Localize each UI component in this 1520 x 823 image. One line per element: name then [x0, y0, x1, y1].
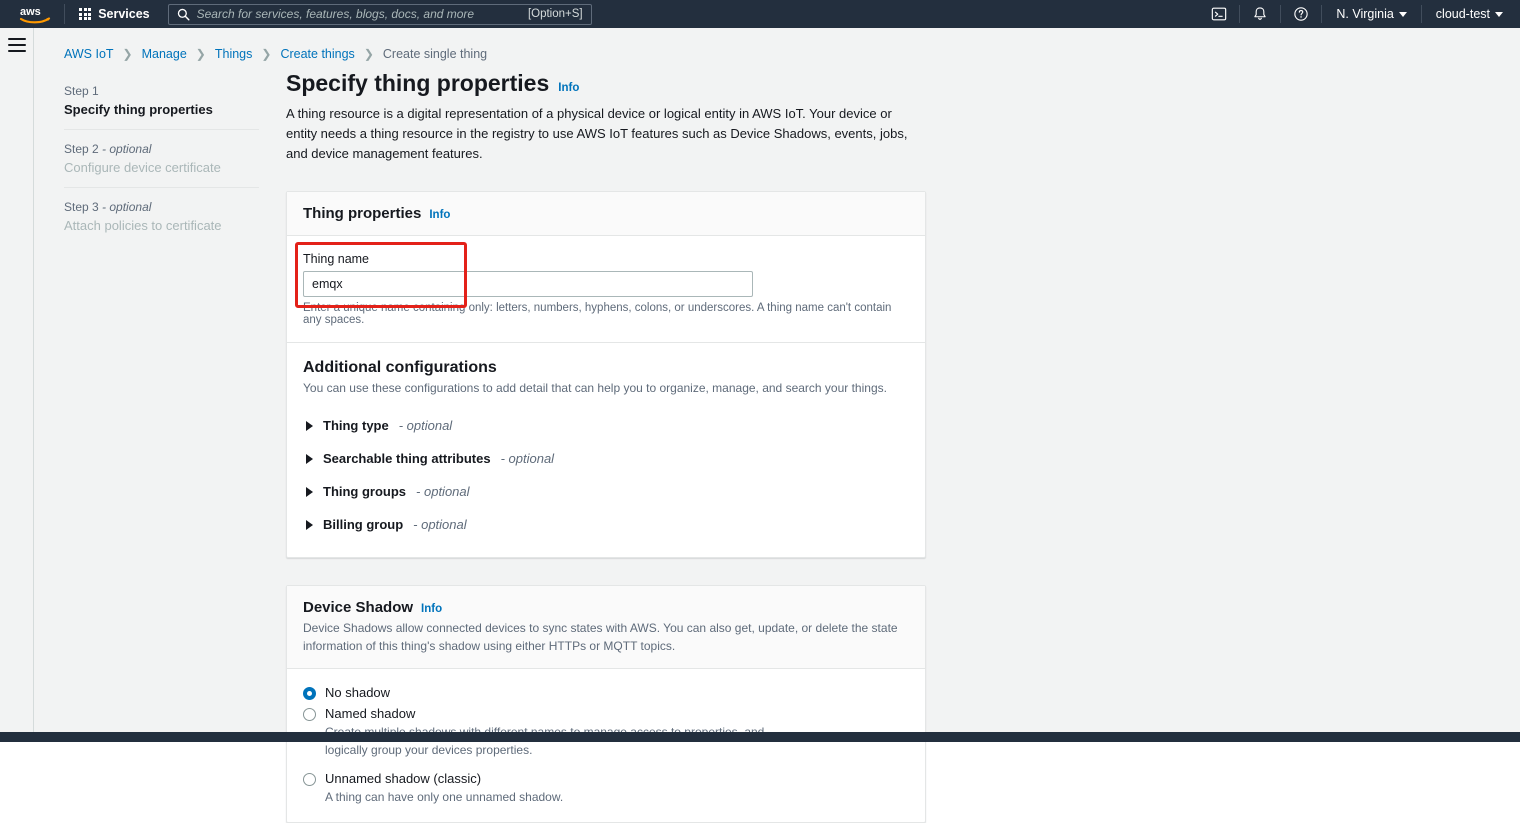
search-input[interactable]	[197, 7, 528, 21]
thing-name-input[interactable]	[303, 271, 753, 297]
chevron-right-icon	[306, 487, 313, 497]
page-title-text: Specify thing properties	[286, 70, 549, 98]
account-label: cloud-test	[1436, 7, 1490, 21]
aws-logo[interactable]: aws	[12, 4, 58, 24]
cloudshell-icon[interactable]	[1204, 0, 1234, 28]
chevron-right-icon	[306, 454, 313, 464]
chevron-right-icon	[306, 520, 313, 530]
thing-properties-heading: Thing properties	[303, 205, 421, 222]
radio-option-named-shadow[interactable]: Named shadow	[303, 706, 909, 721]
expander-searchable-thing-attributes-label: Searchable thing attributes	[323, 451, 491, 466]
device-shadow-card: Device Shadow Info Device Shadows allow …	[286, 585, 926, 823]
radio-label-unnamed-shadow[interactable]: Unnamed shadow (classic)	[325, 771, 481, 786]
region-label: N. Virginia	[1336, 7, 1393, 21]
breadcrumb-item-create-things[interactable]: Create things	[280, 47, 354, 61]
services-label: Services	[98, 7, 149, 21]
svg-text:aws: aws	[20, 6, 41, 18]
chevron-down-icon	[1495, 12, 1503, 17]
top-navigation-right-group: N. Virginia cloud-test	[1204, 0, 1520, 28]
expander-thing-type-label: Thing type	[323, 418, 389, 433]
additional-configurations-description: You can use these configurations to add …	[303, 381, 909, 395]
nav-divider	[1321, 5, 1322, 23]
nav-divider	[1239, 5, 1240, 23]
thing-properties-info-link[interactable]: Info	[429, 209, 450, 221]
account-menu[interactable]: cloud-test	[1427, 7, 1512, 21]
chevron-right-icon	[306, 421, 313, 431]
nav-divider	[64, 4, 65, 24]
expander-billing-group-label: Billing group	[323, 517, 403, 532]
expander-thing-type-optional: - optional	[399, 418, 452, 433]
left-rail	[0, 28, 34, 742]
expander-billing-group[interactable]: Billing group - optional	[303, 508, 909, 541]
bell-icon[interactable]	[1245, 0, 1275, 28]
wizard-step-2-title: Configure device certificate	[64, 160, 259, 175]
expander-thing-groups[interactable]: Thing groups - optional	[303, 475, 909, 508]
expander-searchable-thing-attributes-optional: - optional	[501, 451, 554, 466]
thing-properties-body: Thing name Enter a unique name containin…	[287, 236, 925, 342]
wizard-step-3-title: Attach policies to certificate	[64, 218, 259, 233]
hamburger-menu-icon[interactable]	[8, 38, 26, 52]
device-shadow-info-link[interactable]: Info	[421, 603, 442, 615]
device-shadow-description: Device Shadows allow connected devices t…	[303, 619, 909, 655]
top-navigation-bar: aws Services [Option+S]	[0, 0, 1520, 28]
thing-properties-card: Thing properties Info Thing name Enter a…	[286, 191, 926, 558]
radio-description-unnamed-shadow: A thing can have only one unnamed shadow…	[325, 788, 795, 806]
expander-billing-group-optional: - optional	[413, 517, 466, 532]
thing-name-label: Thing name	[303, 252, 909, 266]
page-description: A thing resource is a digital representa…	[286, 104, 926, 164]
page-title-info-link[interactable]: Info	[558, 82, 579, 96]
radio-label-named-shadow[interactable]: Named shadow	[325, 706, 415, 721]
wizard-step-2-number: Step 2 - optional	[64, 142, 259, 156]
expander-thing-groups-optional: - optional	[416, 484, 469, 499]
thing-name-hint: Enter a unique name containing only: let…	[303, 302, 909, 326]
expander-thing-type[interactable]: Thing type - optional	[303, 409, 909, 442]
main-column: Specify thing properties Info A thing re…	[286, 70, 926, 823]
wizard-step-1[interactable]: Step 1 Specify thing properties	[64, 76, 259, 129]
footer-bar	[0, 732, 1520, 742]
services-menu-button[interactable]: Services	[71, 3, 158, 25]
content-area: AWS IoT ❯ Manage ❯ Things ❯ Create thing…	[35, 28, 1520, 742]
device-shadow-header: Device Shadow Info Device Shadows allow …	[287, 586, 925, 669]
radio-option-unnamed-shadow[interactable]: Unnamed shadow (classic)	[303, 771, 909, 786]
radio-option-no-shadow[interactable]: No shadow	[303, 685, 909, 700]
breadcrumb-item-things[interactable]: Things	[215, 47, 253, 61]
breadcrumb-item-create-single-thing: Create single thing	[383, 47, 487, 61]
thing-name-field: Thing name Enter a unique name containin…	[303, 252, 909, 326]
additional-configurations-section: Additional configurations You can use th…	[287, 343, 925, 557]
breadcrumb-separator-icon: ❯	[123, 47, 133, 61]
radio-label-no-shadow[interactable]: No shadow	[325, 685, 390, 700]
device-shadow-heading: Device Shadow	[303, 599, 413, 616]
breadcrumb-separator-icon: ❯	[196, 47, 206, 61]
wizard-step-1-title: Specify thing properties	[64, 102, 259, 117]
breadcrumb-item-aws-iot[interactable]: AWS IoT	[64, 47, 114, 61]
radio-button-unnamed-shadow[interactable]	[303, 773, 316, 786]
grid-icon	[79, 8, 91, 20]
wizard-step-3: Step 3 - optional Attach policies to cer…	[64, 187, 259, 245]
page-title: Specify thing properties Info	[286, 70, 926, 98]
radio-button-named-shadow[interactable]	[303, 708, 316, 721]
device-shadow-radio-group: No shadow Named shadow Create multiple s…	[287, 669, 925, 822]
wizard-step-2: Step 2 - optional Configure device certi…	[64, 129, 259, 187]
chevron-down-icon	[1399, 12, 1407, 17]
region-selector[interactable]: N. Virginia	[1327, 7, 1415, 21]
expander-thing-groups-label: Thing groups	[323, 484, 406, 499]
nav-divider	[1421, 5, 1422, 23]
wizard-step-1-number: Step 1	[64, 84, 259, 98]
wizard-step-3-number: Step 3 - optional	[64, 200, 259, 214]
search-shortcut-hint: [Option+S]	[528, 8, 591, 20]
breadcrumb-separator-icon: ❯	[364, 47, 374, 61]
nav-divider	[1280, 5, 1281, 23]
additional-configurations-heading: Additional configurations	[303, 359, 909, 377]
breadcrumb-item-manage[interactable]: Manage	[142, 47, 187, 61]
help-circle-icon[interactable]	[1286, 0, 1316, 28]
radio-button-no-shadow[interactable]	[303, 687, 316, 700]
page-container: AWS IoT ❯ Manage ❯ Things ❯ Create thing…	[0, 28, 1520, 742]
expander-searchable-thing-attributes[interactable]: Searchable thing attributes - optional	[303, 442, 909, 475]
breadcrumb-separator-icon: ❯	[261, 47, 271, 61]
thing-properties-header: Thing properties Info	[287, 192, 925, 236]
global-search-box[interactable]: [Option+S]	[168, 4, 592, 25]
wizard-steps-sidebar: Step 1 Specify thing properties Step 2 -…	[64, 76, 259, 245]
breadcrumb: AWS IoT ❯ Manage ❯ Things ❯ Create thing…	[64, 47, 487, 61]
search-icon	[177, 8, 190, 21]
